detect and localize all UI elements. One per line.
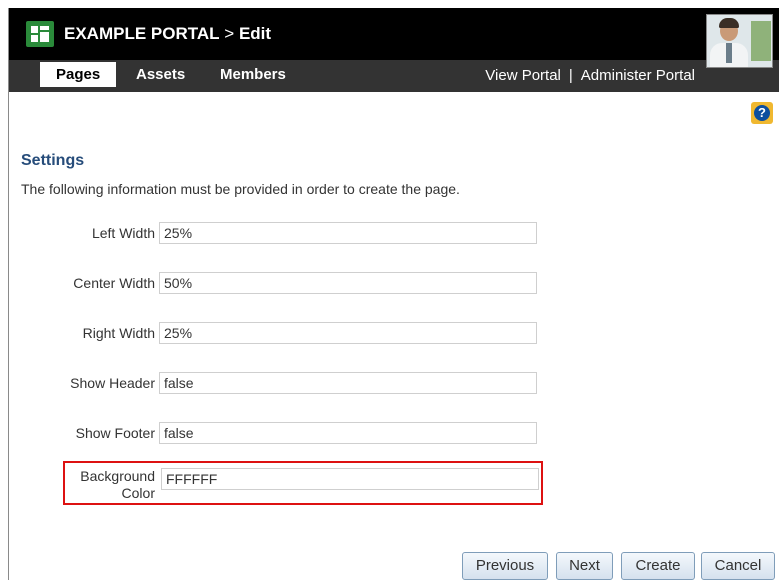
tab-members[interactable]: Members bbox=[220, 67, 286, 82]
tab-assets[interactable]: Assets bbox=[136, 67, 185, 82]
right-width-label: Right Width bbox=[82, 325, 155, 341]
settings-title: Settings bbox=[21, 152, 85, 169]
mode-label: Edit bbox=[238, 24, 272, 43]
left-width-label: Left Width bbox=[91, 225, 155, 241]
help-button[interactable]: ? bbox=[751, 102, 773, 124]
center-width-field[interactable] bbox=[159, 272, 537, 294]
background-color-field[interactable] bbox=[161, 468, 539, 490]
show-footer-label: Show Footer bbox=[75, 425, 155, 441]
nav-divider: | bbox=[568, 67, 573, 84]
page-title: EXAMPLE PORTAL > Edit bbox=[64, 24, 271, 44]
view-portal-link[interactable]: View Portal bbox=[485, 67, 561, 84]
background-color-label: Background Color bbox=[20, 468, 155, 502]
right-width-field[interactable] bbox=[159, 322, 537, 344]
administer-portal-link[interactable]: Administer Portal bbox=[581, 67, 695, 84]
title-separator: > bbox=[224, 24, 235, 43]
show-header-label: Show Header bbox=[70, 375, 155, 391]
settings-intro: The following information must be provid… bbox=[21, 181, 460, 197]
tab-pages[interactable]: Pages bbox=[40, 62, 117, 87]
center-width-label: Center Width bbox=[73, 275, 155, 291]
avatar bbox=[706, 14, 773, 68]
nav-links: View Portal | Administer Portal bbox=[485, 67, 695, 84]
left-width-field[interactable] bbox=[159, 222, 537, 244]
portal-logo-icon bbox=[26, 21, 54, 47]
background-color-label-line2: Color bbox=[121, 485, 155, 501]
frame-border bbox=[8, 8, 9, 580]
cancel-button[interactable]: Cancel bbox=[701, 552, 775, 580]
show-footer-field[interactable] bbox=[159, 422, 537, 444]
background-color-label-line1: Background bbox=[80, 468, 155, 484]
portal-name: EXAMPLE PORTAL bbox=[64, 24, 220, 43]
create-button[interactable]: Create bbox=[621, 552, 695, 580]
previous-button[interactable]: Previous bbox=[462, 552, 548, 580]
show-header-field[interactable] bbox=[159, 372, 537, 394]
help-icon: ? bbox=[754, 105, 770, 121]
next-button[interactable]: Next bbox=[556, 552, 613, 580]
